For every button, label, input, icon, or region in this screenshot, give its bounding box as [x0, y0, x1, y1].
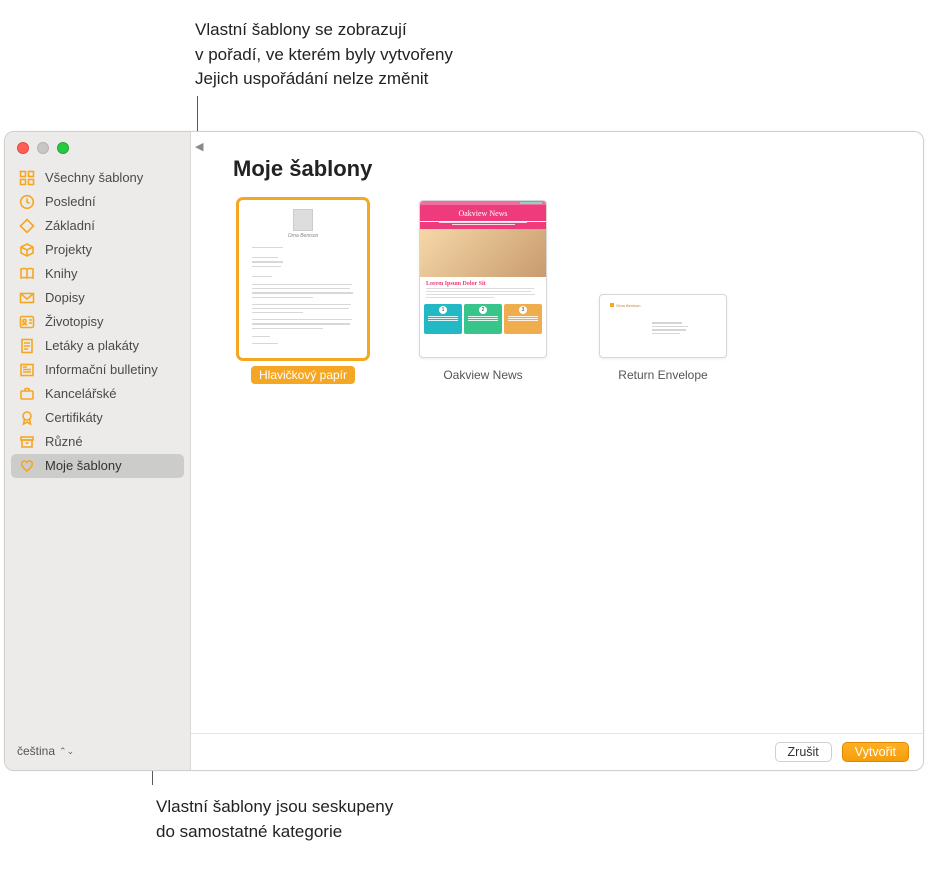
sidebar-item-miscellaneous[interactable]: Různé	[11, 430, 184, 454]
template-thumbnail: Oakview News Lorem Ipsum Dolor Sit 1 2 3	[419, 200, 547, 358]
window-controls	[5, 132, 190, 160]
template-label: Hlavičkový papír	[251, 366, 355, 384]
sidebar-item-label: Různé	[45, 434, 83, 450]
sidebar-item-label: Certifikáty	[45, 410, 103, 426]
sidebar-item-certificates[interactable]: Certifikáty	[11, 406, 184, 430]
template-chooser-window: Všechny šablony Poslední Základní Projek…	[4, 131, 924, 771]
template-grid: Orna Benison	[233, 200, 881, 384]
callout-text: v pořadí, ve kterém byly vytvořeny	[195, 43, 695, 68]
sidebar: Všechny šablony Poslední Základní Projek…	[5, 132, 191, 770]
briefcase-icon	[19, 386, 35, 402]
sidebar-item-label: Moje šablony	[45, 458, 122, 474]
sidebar-item-newsletters[interactable]: Informační bulletiny	[11, 358, 184, 382]
create-button[interactable]: Vytvořit	[842, 742, 909, 762]
template-item-return-envelope[interactable]: Orna Benison Return Envelope	[593, 200, 733, 384]
close-window-button[interactable]	[17, 142, 29, 154]
sidebar-item-flyers[interactable]: Letáky a plakáty	[11, 334, 184, 358]
box-icon	[19, 242, 35, 258]
book-icon	[19, 266, 35, 282]
template-item-letterhead[interactable]: Orna Benison	[233, 200, 373, 384]
callout-text: Vlastní šablony jsou seskupeny	[156, 795, 656, 820]
newsletter-masthead: Oakview News	[420, 205, 546, 221]
sidebar-item-label: Základní	[45, 218, 95, 234]
sidebar-item-label: Informační bulletiny	[45, 362, 158, 378]
language-label: čeština	[17, 744, 55, 758]
person-card-icon	[19, 314, 35, 330]
template-label: Oakview News	[435, 366, 530, 384]
language-picker[interactable]: čeština ⌃⌄	[5, 734, 190, 770]
template-thumbnail: Orna Benison	[599, 294, 727, 358]
callout-bottom: Vlastní šablony jsou seskupeny do samost…	[156, 795, 656, 844]
sidebar-item-label: Projekty	[45, 242, 92, 258]
page-title: Moje šablony	[233, 156, 881, 182]
dialog-footer: Zrušit Vytvořit	[191, 733, 923, 770]
template-thumbnail: Orna Benison	[239, 200, 367, 358]
sidebar-item-label: Všechny šablony	[45, 170, 143, 186]
sidebar-item-label: Dopisy	[45, 290, 85, 306]
clock-icon	[19, 194, 35, 210]
minimize-window-button[interactable]	[37, 142, 49, 154]
cancel-button[interactable]: Zrušit	[775, 742, 832, 762]
callout-text: Jejich uspořádání nelze změnit	[195, 67, 695, 92]
sidebar-item-my-templates[interactable]: Moje šablony	[11, 454, 184, 478]
template-item-oakview-news[interactable]: Oakview News Lorem Ipsum Dolor Sit 1 2 3	[413, 200, 553, 384]
badge-icon	[19, 410, 35, 426]
grid-icon	[19, 170, 35, 186]
callout-top: Vlastní šablony se zobrazují v pořadí, v…	[195, 18, 695, 92]
sidebar-item-projects[interactable]: Projekty	[11, 238, 184, 262]
fullscreen-window-button[interactable]	[57, 142, 69, 154]
collapse-sidebar-button[interactable]: ◀	[195, 140, 203, 153]
sidebar-item-books[interactable]: Knihy	[11, 262, 184, 286]
sidebar-item-recent[interactable]: Poslední	[11, 190, 184, 214]
category-list: Všechny šablony Poslední Základní Projek…	[5, 160, 190, 734]
sidebar-item-stationery[interactable]: Kancelářské	[11, 382, 184, 406]
sidebar-item-resumes[interactable]: Životopisy	[11, 310, 184, 334]
poster-icon	[19, 338, 35, 354]
main-content: ◀ Moje šablony Orna Benison	[191, 132, 923, 770]
callout-text: do samostatné kategorie	[156, 820, 656, 845]
sidebar-item-label: Kancelářské	[45, 386, 117, 402]
archive-icon	[19, 434, 35, 450]
template-label: Return Envelope	[610, 366, 715, 384]
sidebar-item-label: Poslední	[45, 194, 96, 210]
diamond-icon	[19, 218, 35, 234]
envelope-icon	[19, 290, 35, 306]
sidebar-item-letters[interactable]: Dopisy	[11, 286, 184, 310]
callout-text: Vlastní šablony se zobrazují	[195, 18, 695, 43]
newsletter-headline: Lorem Ipsum Dolor Sit	[420, 277, 546, 288]
newspaper-icon	[19, 362, 35, 378]
sidebar-item-basic[interactable]: Základní	[11, 214, 184, 238]
template-scroll-area[interactable]: Moje šablony Orna Benison	[191, 132, 923, 733]
sidebar-item-all-templates[interactable]: Všechny šablony	[11, 166, 184, 190]
chevron-updown-icon: ⌃⌄	[59, 746, 74, 757]
sidebar-item-label: Životopisy	[45, 314, 104, 330]
sidebar-item-label: Knihy	[45, 266, 78, 282]
heart-icon	[19, 458, 35, 474]
sidebar-item-label: Letáky a plakáty	[45, 338, 139, 354]
